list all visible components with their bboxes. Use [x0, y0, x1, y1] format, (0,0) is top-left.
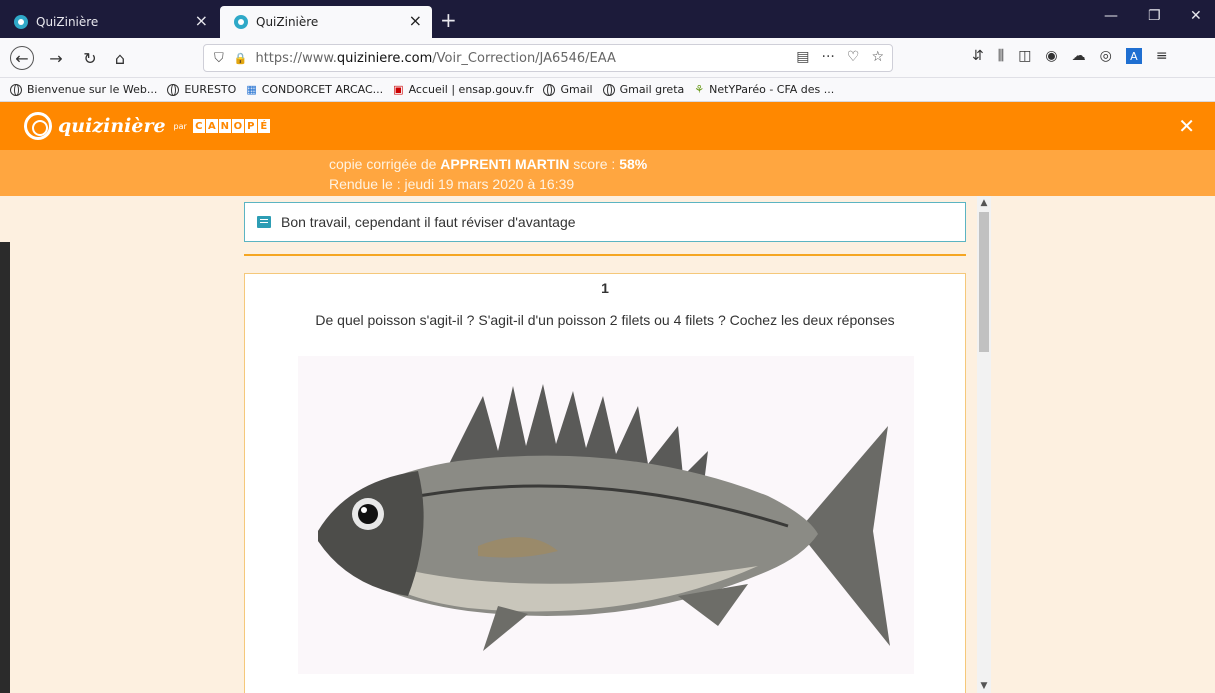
extension-cloud-icon[interactable]: ☁ [1072, 48, 1086, 64]
feedback-text: Bon travail, cependant il faut réviser d… [281, 214, 576, 230]
quiziniere-logo[interactable]: quizinière par C A N O P É [24, 112, 270, 140]
url-prefix: https://www. [255, 50, 337, 66]
extension-a-icon[interactable]: A [1125, 48, 1142, 64]
question-number: 1 [601, 280, 609, 296]
bookmark-item[interactable]: EURESTO [167, 83, 236, 96]
scroll-up-icon[interactable]: ▲ [977, 196, 991, 210]
forward-icon[interactable]: → [44, 46, 68, 70]
quiziniere-favicon-icon [14, 15, 28, 29]
account-icon[interactable]: ◎ [1100, 48, 1112, 64]
scroll-down-icon[interactable]: ▼ [977, 679, 991, 693]
reload-icon[interactable]: ↻ [78, 46, 102, 70]
fish-illustration [318, 384, 890, 651]
close-icon[interactable]: × [195, 13, 208, 29]
app-header: quizinière par C A N O P É ✕ [0, 102, 1215, 150]
translate-icon[interactable]: ⇵ [972, 48, 984, 64]
menu-icon[interactable]: ≡ [1156, 48, 1168, 64]
extension-globe-icon[interactable]: ◉ [1045, 48, 1057, 64]
minimize-icon[interactable]: — [1104, 8, 1118, 24]
sidebar-icon[interactable]: ◫ [1018, 48, 1031, 64]
globe-icon [10, 83, 22, 96]
globe-icon [602, 83, 615, 96]
tab-quiziniere-2[interactable]: QuiZinière × [220, 6, 432, 38]
page-actions-icon[interactable]: ··· [822, 49, 835, 65]
close-icon[interactable]: × [409, 13, 422, 29]
pocket-icon[interactable]: ♡ [847, 49, 860, 65]
tab-strip: QuiZinière × QuiZinière × + — ❐ ✕ [0, 0, 1215, 38]
copy-line: copie corrigée de APPRENTI MARTIN score … [329, 156, 648, 172]
calendar-icon: ▦ [246, 83, 257, 96]
home-icon[interactable]: ⌂ [108, 46, 132, 70]
shield-icon[interactable]: ⛉ [214, 51, 224, 66]
comment-icon [257, 216, 271, 228]
close-icon[interactable]: ✕ [1178, 114, 1195, 138]
url-host: quiziniere.com [336, 50, 433, 66]
score-value: 58% [619, 156, 648, 172]
feedback-box: Bon travail, cependant il faut réviser d… [244, 202, 966, 242]
bookmark-item[interactable]: Bienvenue sur le Web... [10, 83, 157, 96]
quiziniere-favicon-icon [234, 15, 248, 29]
logo-text: quizinière [58, 115, 166, 137]
question-text: De quel poisson s'agit-il ? S'agit-il d'… [315, 312, 895, 328]
scroll-thumb[interactable] [979, 212, 989, 352]
bookmark-item[interactable]: Gmail [543, 83, 593, 96]
tab-quiziniere-1[interactable]: QuiZinière × [0, 6, 218, 38]
divider [244, 254, 966, 256]
back-icon[interactable]: ← [10, 46, 34, 70]
returned-date: Rendue le : jeudi 19 mars 2020 à 16:39 [329, 176, 575, 192]
new-tab-icon[interactable]: + [440, 8, 457, 32]
lock-icon[interactable]: 🔒 [234, 52, 248, 65]
bookmarks-bar: Bienvenue sur le Web... EURESTO ▦ CONDORC… [0, 78, 1215, 102]
restore-icon[interactable]: ❐ [1148, 8, 1161, 24]
tab-title: QuiZinière [36, 15, 99, 29]
bookmark-item[interactable]: ▦ CONDORCET ARCAC... [246, 83, 383, 96]
navigation-bar: ← → ↻ ⌂ ⛉ 🔒 https://www. quiziniere.com/V… [0, 38, 1215, 78]
bookmark-item[interactable]: Gmail greta [602, 83, 684, 96]
tab-title: QuiZinière [256, 15, 319, 29]
page-content: quizinière par C A N O P É ✕ copie corri… [0, 102, 1215, 693]
logo-par: par [173, 121, 187, 131]
quiziniere-logo-icon [24, 112, 52, 140]
url-bar[interactable]: ⛉ 🔒 https://www. quiziniere.com/Voir_Corr… [203, 44, 893, 72]
library-icon[interactable]: ⫼ [998, 48, 1004, 64]
bookmark-star-icon[interactable]: ☆ [871, 49, 884, 65]
globe-icon [543, 83, 556, 96]
globe-icon [167, 83, 180, 96]
fish-head [318, 471, 424, 596]
netypareo-icon: ⚘ [694, 83, 705, 96]
bookmark-item[interactable]: ⚘ NetYParéo - CFA des ... [694, 83, 834, 96]
student-name: APPRENTI MARTIN [440, 156, 570, 172]
question-card: 1 De quel poisson s'agit-il ? S'agit-il … [244, 273, 966, 693]
ensap-icon: ▣ [393, 83, 404, 96]
canope-logo: C A N O P É [192, 119, 270, 133]
reader-mode-icon[interactable]: ▤ [796, 49, 809, 65]
bookmark-item[interactable]: ▣ Accueil | ensap.gouv.fr [393, 83, 533, 96]
window-close-icon[interactable]: ✕ [1190, 8, 1202, 24]
background-edge [0, 242, 10, 693]
fish-image [298, 356, 914, 674]
url-path: /Voir_Correction/JA6546/EAA [432, 50, 616, 66]
scrollbar[interactable]: ▲ ▼ [977, 196, 991, 693]
correction-info: copie corrigée de APPRENTI MARTIN score … [0, 150, 1215, 196]
